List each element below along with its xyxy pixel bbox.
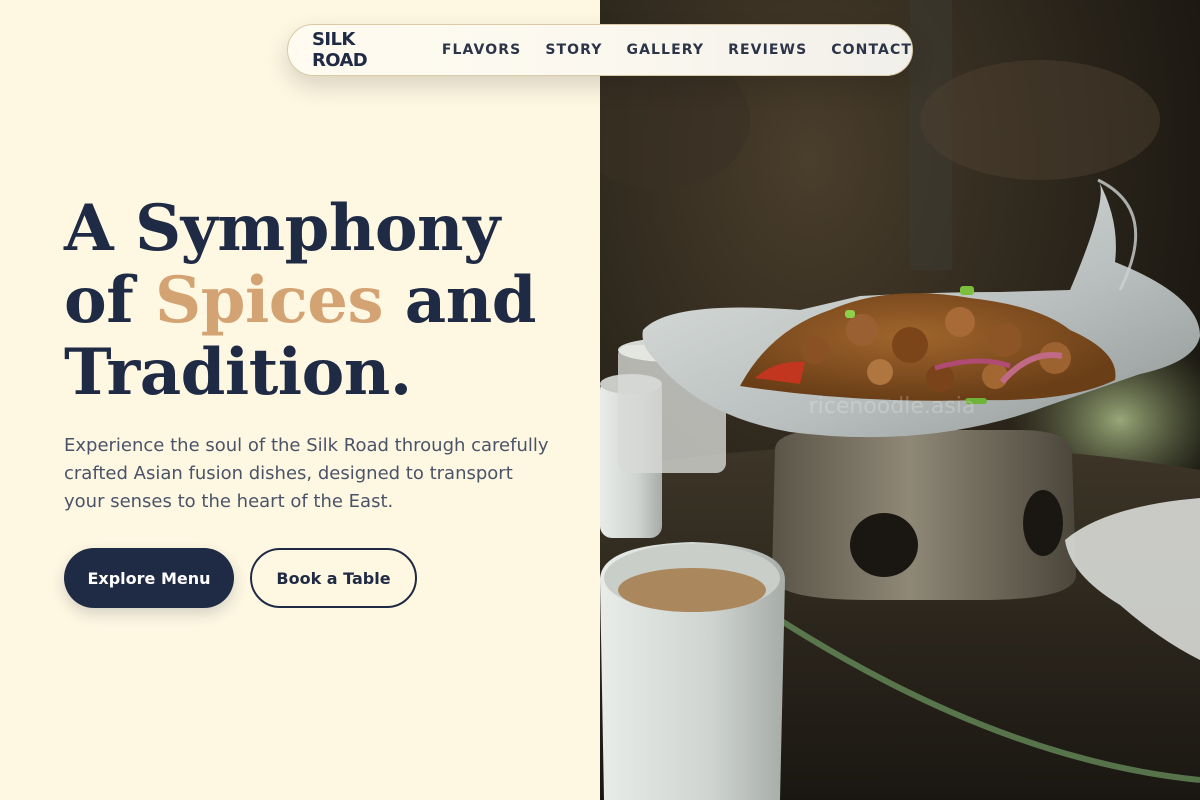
headline-accent-word: Spices [155,263,384,338]
book-table-button[interactable]: Book a Table [250,548,417,608]
headline-line-1: A Symphony [64,191,500,266]
hero-food-photo: ricenoodle.asia [600,0,1200,800]
hero-section: A Symphony of Spices and Tradition. Experi… [0,0,600,800]
nav-link-story[interactable]: STORY [545,42,602,58]
food-photo-illustration: ricenoodle.asia [600,0,1200,800]
top-navigation: SILK ROAD FLAVORS STORY GALLERY REVIEWS … [287,24,913,76]
brand-logo-text[interactable]: SILK ROAD [312,29,410,71]
hero-headline: A Symphony of Spices and Tradition. [64,191,537,410]
headline-line-2-pre: of [64,263,155,338]
nav-link-gallery[interactable]: GALLERY [627,42,705,58]
photo-watermark: ricenoodle.asia [809,394,976,419]
headline-line-2-post: and [383,263,537,338]
nav-links: FLAVORS STORY GALLERY REVIEWS CONTACT [442,42,912,58]
headline-line-3: Tradition. [64,335,412,410]
nav-link-flavors[interactable]: FLAVORS [442,42,521,58]
nav-link-reviews[interactable]: REVIEWS [728,42,807,58]
nav-link-contact[interactable]: CONTACT [831,42,912,58]
hero-description: Experience the soul of the Silk Road thr… [64,435,549,512]
explore-menu-button[interactable]: Explore Menu [64,548,234,608]
